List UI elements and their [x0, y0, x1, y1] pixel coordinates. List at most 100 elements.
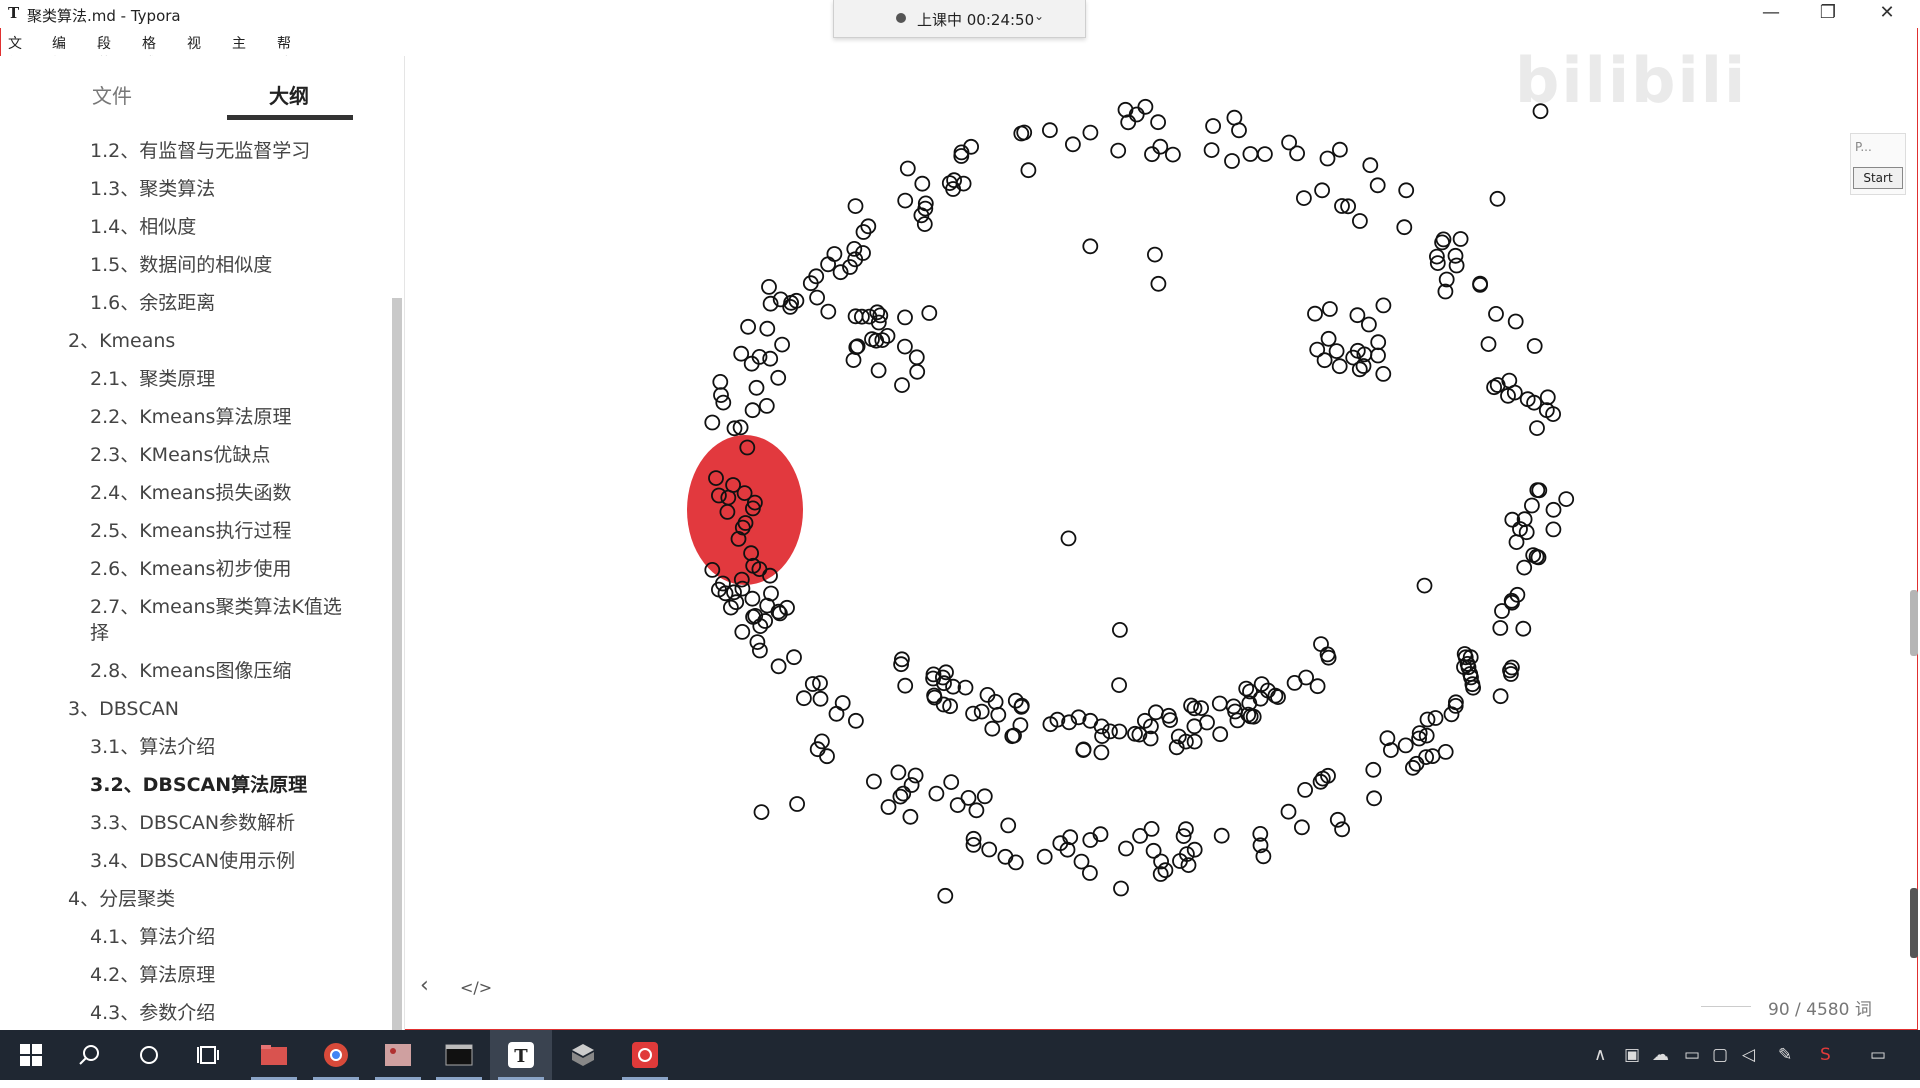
- outline-item[interactable]: 4.1、算法介绍: [90, 922, 215, 949]
- outline-item[interactable]: 2、Kmeans: [68, 326, 175, 353]
- scatter-point: [1489, 190, 1506, 207]
- outline-item[interactable]: 1.2、有监督与无监督学习: [90, 136, 310, 163]
- scatter-point: [1150, 114, 1167, 131]
- outline-item[interactable]: 1.6、余弦距离: [90, 288, 215, 315]
- outline-item[interactable]: 3.3、DBSCAN参数解析: [90, 808, 295, 835]
- scatter-point: [1041, 122, 1058, 139]
- minimize-button[interactable]: —: [1748, 2, 1794, 23]
- editor-scrollbar[interactable]: [1910, 590, 1918, 656]
- recorder-icon[interactable]: [614, 1030, 676, 1080]
- volume-icon[interactable]: ◁: [1742, 1045, 1755, 1065]
- scatter-point: [1064, 136, 1081, 153]
- battery-icon[interactable]: ▭: [1684, 1045, 1700, 1065]
- image-viewer-icon[interactable]: [367, 1030, 429, 1080]
- outline-item[interactable]: 3.1、算法介绍: [90, 732, 215, 759]
- windows-start-icon[interactable]: [0, 1030, 62, 1080]
- scatter-point: [1281, 134, 1297, 151]
- outline-item[interactable]: 4、分层聚类: [68, 884, 175, 911]
- scatter-point: [847, 198, 864, 215]
- outline-item[interactable]: 择: [90, 618, 109, 645]
- back-arrow-icon[interactable]: ‹: [420, 973, 429, 998]
- sidebar-scrollbar[interactable]: [392, 298, 402, 1053]
- outline-item[interactable]: 4.2、算法原理: [90, 960, 215, 987]
- outline-item[interactable]: 2.4、Kmeans损失函数: [90, 478, 291, 505]
- scatter-point: [1524, 497, 1540, 514]
- chevron-up-icon[interactable]: ∧: [1594, 1045, 1606, 1065]
- outline-item[interactable]: 3、DBSCAN: [68, 694, 179, 721]
- scatter-point: [1309, 678, 1326, 695]
- chrome-icon[interactable]: [305, 1030, 367, 1080]
- recording-indicator[interactable]: 上课中 00:24:50 ⌄: [833, 0, 1086, 38]
- scatter-point: [812, 690, 829, 707]
- scatter-point: [1152, 138, 1169, 155]
- outline-item[interactable]: 4.3、参数介绍: [90, 998, 215, 1025]
- scatter-point: [759, 320, 776, 337]
- editor-scrollbar-lower[interactable]: [1910, 888, 1918, 958]
- notification-icon[interactable]: ▭: [1870, 1045, 1886, 1065]
- scatter-point: [1322, 301, 1338, 317]
- pen-icon[interactable]: ✎: [1778, 1045, 1792, 1065]
- scatter-point: [1408, 755, 1425, 772]
- outline-item[interactable]: 1.5、数据间的相似度: [90, 250, 272, 277]
- scatter-point: [1480, 336, 1497, 353]
- scatter-point: [1545, 501, 1562, 518]
- scatter-point: [943, 774, 960, 790]
- scatter-point: [1314, 182, 1330, 199]
- chevron-down-icon[interactable]: ⌄: [1034, 9, 1044, 23]
- outline-item[interactable]: 2.2、Kmeans算法原理: [90, 402, 291, 429]
- scatter-point: [1366, 790, 1382, 807]
- close-button[interactable]: ✕: [1864, 2, 1910, 23]
- scatter-point: [1280, 803, 1297, 820]
- scatter-point: [1361, 316, 1377, 333]
- tab-files[interactable]: 文件: [92, 80, 132, 109]
- scatter-point: [1313, 636, 1329, 652]
- usb-icon[interactable]: ▣: [1624, 1045, 1640, 1065]
- window-title: 聚类算法.md - Typora: [27, 7, 181, 25]
- scatter-point: [903, 777, 920, 793]
- recording-status: 上课中 00:24:50: [917, 11, 1035, 29]
- task-view-icon[interactable]: [178, 1030, 240, 1080]
- outline-item[interactable]: 2.6、Kmeans初步使用: [90, 554, 291, 581]
- outline-item[interactable]: 3.4、DBSCAN使用示例: [90, 846, 295, 873]
- taskbar: T ∧ ▣ ☁ ▭ ▢ ◁ ✎ S ▭: [0, 1030, 1920, 1080]
- sogou-icon[interactable]: S: [1820, 1045, 1831, 1065]
- outline-item[interactable]: 3.2、DBSCAN算法原理: [90, 770, 307, 797]
- scatter-point: [1238, 680, 1255, 697]
- search-icon[interactable]: [58, 1030, 120, 1080]
- scatter-point: [1515, 620, 1532, 637]
- word-count[interactable]: 90 / 4580 词: [1768, 995, 1872, 1020]
- scatter-point: [1320, 330, 1337, 347]
- start-button[interactable]: Start: [1853, 167, 1903, 189]
- scatter-point: [1349, 307, 1366, 324]
- scatter-point: [1489, 377, 1506, 393]
- tab-outline[interactable]: 大纲: [269, 80, 309, 109]
- outline-item[interactable]: 2.1、聚类原理: [90, 364, 215, 391]
- outline-item[interactable]: 1.3、聚类算法: [90, 174, 215, 201]
- source-code-icon[interactable]: </>: [460, 978, 492, 997]
- recording-dot-icon: [896, 13, 906, 23]
- scatter-point: [1488, 305, 1504, 322]
- file-explorer-icon[interactable]: [243, 1030, 305, 1080]
- cortana-icon[interactable]: [118, 1030, 180, 1080]
- scatter-point: [809, 289, 826, 306]
- scatter-point: [1516, 559, 1533, 576]
- scatter-point: [762, 350, 779, 367]
- typora-icon[interactable]: T: [490, 1030, 552, 1080]
- network-icon[interactable]: ▢: [1712, 1045, 1728, 1065]
- scatter-point: [1110, 142, 1127, 159]
- scatter-point: [1365, 761, 1382, 778]
- outline-item[interactable]: 1.4、相似度: [90, 212, 196, 239]
- scatter-point: [753, 804, 770, 820]
- outline-item[interactable]: 2.3、KMeans优缺点: [90, 440, 270, 467]
- scatter-point: [1375, 297, 1392, 314]
- outline-item[interactable]: 2.7、Kmeans聚类算法K值选: [90, 592, 342, 619]
- package-icon[interactable]: [552, 1030, 614, 1080]
- scatter-point: [789, 796, 806, 812]
- scatter-point: [1328, 343, 1345, 360]
- scatter-point: [744, 402, 761, 419]
- restore-button[interactable]: ❐: [1805, 2, 1851, 23]
- cloud-icon[interactable]: ☁: [1652, 1045, 1669, 1065]
- terminal-icon[interactable]: [428, 1030, 490, 1080]
- outline-item[interactable]: 2.8、Kmeans图像压缩: [90, 656, 291, 683]
- outline-item[interactable]: 2.5、Kmeans执行过程: [90, 516, 291, 543]
